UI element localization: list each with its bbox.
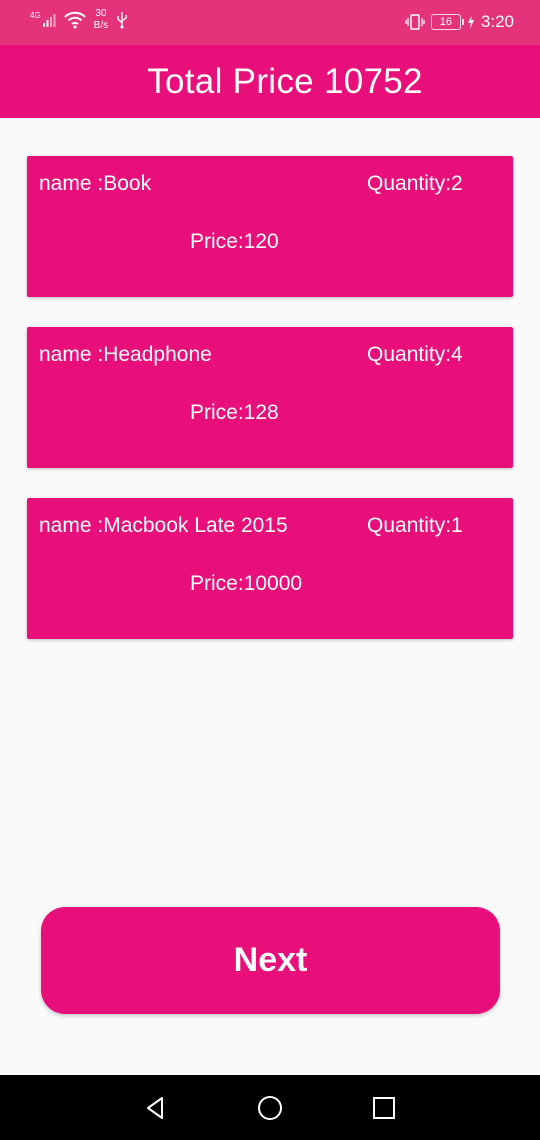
wifi-icon	[63, 11, 86, 29]
signal-bars	[42, 14, 56, 27]
item-quantity: Quantity:1	[367, 514, 463, 537]
item-quantity: Quantity:2	[367, 172, 463, 195]
item-name: name :Headphone	[39, 343, 212, 366]
charging-icon	[467, 15, 474, 29]
net-speed-value: 30	[95, 8, 107, 19]
network-type: 4G	[30, 11, 41, 20]
net-speed-unit: B/s	[93, 20, 109, 31]
page-title: Total Price 10752	[147, 61, 423, 101]
cart-item-card[interactable]: name :Headphone Quantity:4 Price:128	[27, 327, 513, 468]
vibrate-icon	[405, 14, 425, 30]
battery-level: 16	[439, 16, 453, 28]
navigation-bar	[0, 1075, 540, 1140]
battery-icon: 16	[430, 14, 464, 30]
status-bar: 4G 30 B/s 16 3:20	[0, 0, 540, 45]
item-price: Price:128	[190, 401, 279, 424]
item-name: name :Macbook Late 2015	[39, 514, 288, 537]
item-quantity: Quantity:4	[367, 343, 463, 366]
status-left: 4G 30 B/s	[30, 8, 128, 32]
status-right: 16 3:20	[405, 12, 514, 32]
back-icon[interactable]	[140, 1093, 170, 1123]
net-speed: 30 B/s	[94, 8, 108, 32]
item-price: Price:10000	[190, 572, 303, 595]
next-button[interactable]: Next	[41, 907, 500, 1014]
usb-icon	[117, 12, 127, 29]
signal-icon: 4G	[30, 11, 56, 27]
item-price: Price:120	[190, 230, 279, 253]
recents-icon[interactable]	[369, 1093, 399, 1123]
cart-item-card[interactable]: name :Macbook Late 2015 Quantity:1 Price…	[27, 498, 513, 639]
home-icon[interactable]	[255, 1093, 285, 1123]
app-bar: Total Price 10752	[0, 45, 540, 118]
cart-item-card[interactable]: name :Book Quantity:2 Price:120	[27, 156, 513, 297]
status-time: 3:20	[480, 12, 514, 31]
item-name: name :Book	[39, 172, 152, 195]
